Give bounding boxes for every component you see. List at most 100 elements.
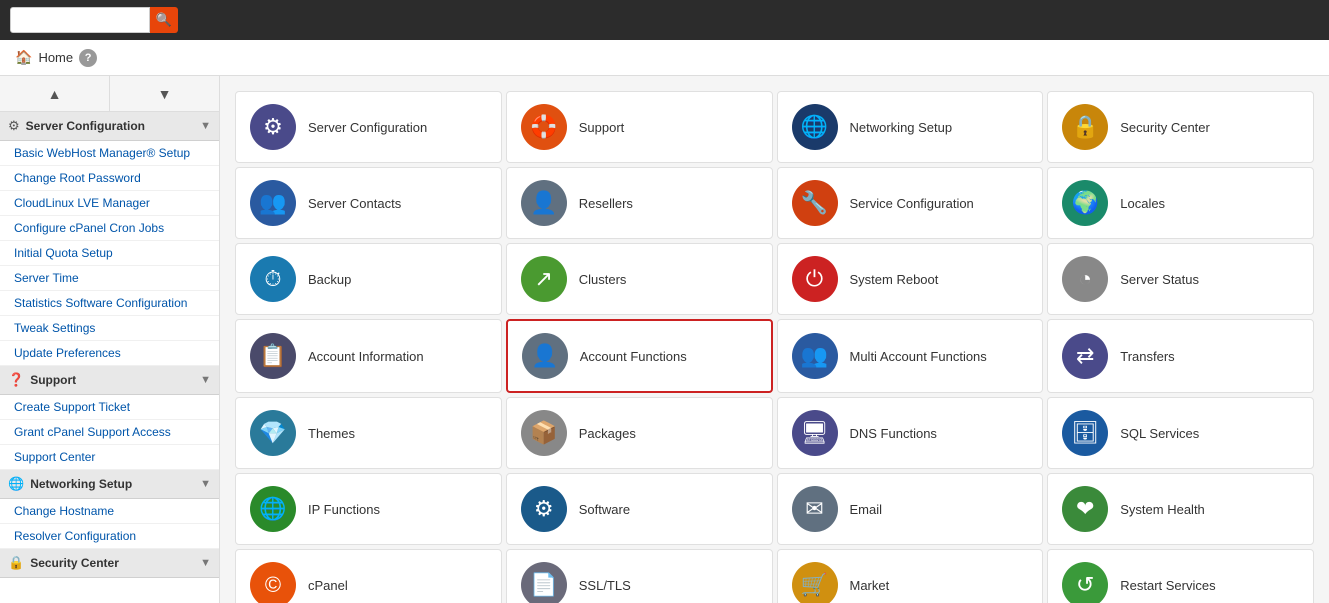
- nav-down-button[interactable]: ▼: [110, 76, 219, 111]
- sidebar-item-support-2[interactable]: Support Center: [0, 445, 219, 470]
- grid-item-networking-setup[interactable]: 🌐Networking Setup: [777, 91, 1044, 163]
- section-title-security-center: Security Center: [30, 556, 194, 570]
- grid-icon-server-configuration: ⚙: [250, 104, 296, 150]
- sidebar-item-server-configuration-6[interactable]: Statistics Software Configuration: [0, 291, 219, 316]
- grid-label-account-functions: Account Functions: [580, 349, 687, 364]
- grid-item-ip-functions[interactable]: 🌐 IP Functions: [235, 473, 502, 545]
- grid-item-packages[interactable]: 📦Packages: [506, 397, 773, 469]
- search-button[interactable]: 🔍: [150, 7, 178, 33]
- grid-label-server-contacts: Server Contacts: [308, 196, 401, 211]
- grid-item-server-configuration[interactable]: ⚙ Server Configuration: [235, 91, 502, 163]
- grid-label-account-information: Account Information: [308, 349, 424, 364]
- grid-label-support: Support: [579, 120, 625, 135]
- grid-icon-transfers: ⇄: [1062, 333, 1108, 379]
- grid-icon-networking-setup: 🌐: [792, 104, 838, 150]
- grid-icon-backup: ⏱: [250, 256, 296, 302]
- grid-item-system-health[interactable]: ❤System Health: [1047, 473, 1314, 545]
- grid-label-clusters: Clusters: [579, 272, 627, 287]
- grid-item-server-status[interactable]: ◔Server Status: [1047, 243, 1314, 315]
- sidebar-item-networking-setup-1[interactable]: Resolver Configuration: [0, 524, 219, 549]
- grid-label-server-configuration: Server Configuration: [308, 120, 427, 135]
- grid-item-account-functions[interactable]: 👤Account Functions: [506, 319, 773, 393]
- sidebar-item-server-configuration-2[interactable]: CloudLinux LVE Manager: [0, 191, 219, 216]
- sidebar-item-networking-setup-0[interactable]: Change Hostname: [0, 499, 219, 524]
- main-layout: ▲ ▼ ⚙ Server Configuration ▼ Basic WebHo…: [0, 76, 1329, 603]
- grid-label-ssl-tls: SSL/TLS: [579, 578, 631, 593]
- sidebar-item-server-configuration-4[interactable]: Initial Quota Setup: [0, 241, 219, 266]
- grid-icon-support: 🛟: [521, 104, 567, 150]
- grid-item-software[interactable]: ⚙Software: [506, 473, 773, 545]
- grid-item-sql-services[interactable]: 🗄SQL Services: [1047, 397, 1314, 469]
- grid-label-resellers: Resellers: [579, 196, 633, 211]
- grid-icon-service-configuration: 🔧: [792, 180, 838, 226]
- grid-icon-system-reboot: ⏻: [792, 256, 838, 302]
- nav-up-button[interactable]: ▲: [0, 76, 110, 111]
- search-container: 🔍: [10, 7, 178, 33]
- sidebar-item-server-configuration-3[interactable]: Configure cPanel Cron Jobs: [0, 216, 219, 241]
- grid-icon-software: ⚙: [521, 486, 567, 532]
- sidebar-section-networking-setup[interactable]: 🌐 Networking Setup ▼: [0, 470, 219, 499]
- section-title-support: Support: [30, 373, 194, 387]
- search-input[interactable]: [10, 7, 150, 33]
- grid-item-email[interactable]: ✉ Email: [777, 473, 1044, 545]
- grid-icon-ssl-tls: 📄: [521, 562, 567, 603]
- sidebar-section-support[interactable]: ❓ Support ▼: [0, 366, 219, 395]
- sidebar-section-server-configuration[interactable]: ⚙ Server Configuration ▼: [0, 112, 219, 141]
- breadcrumb-bar: 🏠 Home ?: [0, 40, 1329, 76]
- grid-icon-packages: 📦: [521, 410, 567, 456]
- grid-item-service-configuration[interactable]: 🔧Service Configuration: [777, 167, 1044, 239]
- section-chevron-support: ▼: [200, 374, 211, 386]
- breadcrumb-home-link[interactable]: Home: [38, 50, 73, 65]
- grid-label-ip-functions: IP Functions: [308, 502, 380, 517]
- sidebar-section-security-center[interactable]: 🔒 Security Center ▼: [0, 549, 219, 578]
- grid-item-support[interactable]: 🛟 Support: [506, 91, 773, 163]
- grid-icon-email: ✉: [792, 486, 838, 532]
- grid-item-server-contacts[interactable]: 👥Server Contacts: [235, 167, 502, 239]
- grid-item-restart-services[interactable]: ↺Restart Services: [1047, 549, 1314, 603]
- sidebar-item-support-0[interactable]: Create Support Ticket: [0, 395, 219, 420]
- grid-item-cpanel[interactable]: ©cPanel: [235, 549, 502, 603]
- grid-icon-themes: 💎: [250, 410, 296, 456]
- grid-item-multi-account-functions[interactable]: 👥Multi Account Functions: [777, 319, 1044, 393]
- grid-icon-locales: 🌍: [1062, 180, 1108, 226]
- sidebar-item-server-configuration-7[interactable]: Tweak Settings: [0, 316, 219, 341]
- grid-label-transfers: Transfers: [1120, 349, 1174, 364]
- grid-item-locales[interactable]: 🌍 Locales: [1047, 167, 1314, 239]
- help-icon[interactable]: ?: [79, 49, 97, 67]
- grid-item-account-information[interactable]: 📋 Account Information: [235, 319, 502, 393]
- grid-item-clusters[interactable]: ↗Clusters: [506, 243, 773, 315]
- grid-item-security-center[interactable]: 🔒Security Center: [1047, 91, 1314, 163]
- sidebar-nav-arrows: ▲ ▼: [0, 76, 219, 112]
- grid-label-server-status: Server Status: [1120, 272, 1199, 287]
- sidebar-item-server-configuration-0[interactable]: Basic WebHost Manager® Setup: [0, 141, 219, 166]
- section-title-networking-setup: Networking Setup: [30, 477, 194, 491]
- sidebar-item-server-configuration-8[interactable]: Update Preferences: [0, 341, 219, 366]
- grid-label-email: Email: [850, 502, 883, 517]
- grid-icon-ip-functions: 🌐: [250, 486, 296, 532]
- grid-label-system-health: System Health: [1120, 502, 1205, 517]
- grid-icon-account-information: 📋: [250, 333, 296, 379]
- grid-item-backup[interactable]: ⏱Backup: [235, 243, 502, 315]
- section-icon-server-configuration: ⚙: [8, 118, 20, 134]
- grid-icon-cpanel: ©: [250, 562, 296, 603]
- grid-item-ssl-tls[interactable]: 📄 SSL/TLS: [506, 549, 773, 603]
- grid-item-dns-functions[interactable]: 🖥DNS Functions: [777, 397, 1044, 469]
- grid-label-sql-services: SQL Services: [1120, 426, 1199, 441]
- main-grid: ⚙ Server Configuration 🛟 Support 🌐Networking…: [235, 91, 1314, 603]
- grid-item-transfers[interactable]: ⇄ Transfers: [1047, 319, 1314, 393]
- grid-item-resellers[interactable]: 👤 Resellers: [506, 167, 773, 239]
- grid-label-locales: Locales: [1120, 196, 1165, 211]
- grid-item-system-reboot[interactable]: ⏻System Reboot: [777, 243, 1044, 315]
- home-icon: 🏠: [15, 49, 32, 66]
- grid-icon-resellers: 👤: [521, 180, 567, 226]
- grid-icon-dns-functions: 🖥: [792, 410, 838, 456]
- section-chevron-networking-setup: ▼: [200, 478, 211, 490]
- section-chevron-server-configuration: ▼: [200, 120, 211, 132]
- grid-item-market[interactable]: 🛒Market: [777, 549, 1044, 603]
- grid-item-themes[interactable]: 💎Themes: [235, 397, 502, 469]
- sidebar-item-support-1[interactable]: Grant cPanel Support Access: [0, 420, 219, 445]
- sidebar-item-server-configuration-5[interactable]: Server Time: [0, 266, 219, 291]
- section-icon-networking-setup: 🌐: [8, 476, 24, 492]
- grid-label-restart-services: Restart Services: [1120, 578, 1215, 593]
- sidebar-item-server-configuration-1[interactable]: Change Root Password: [0, 166, 219, 191]
